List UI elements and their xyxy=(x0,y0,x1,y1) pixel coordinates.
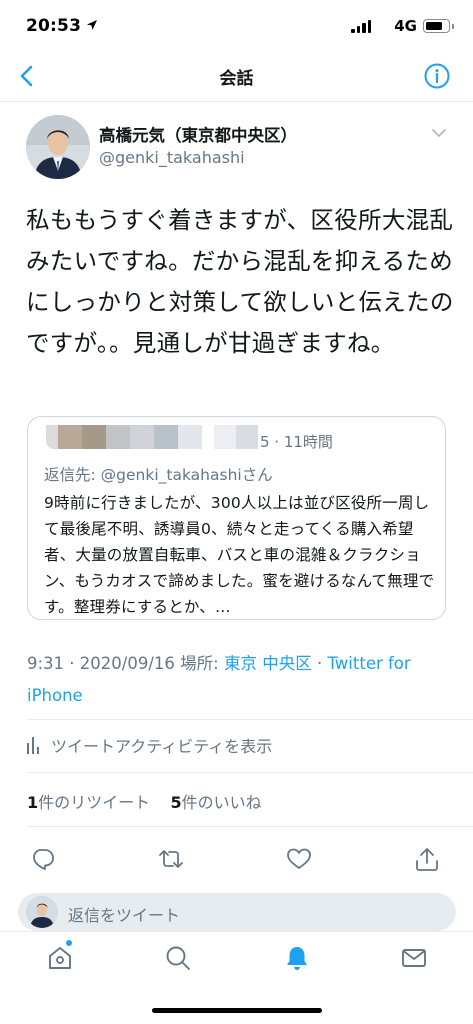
activity-label: ツイートアクティビティを表示 xyxy=(51,737,273,756)
nav-header: 会話 xyxy=(0,52,473,102)
tweet-actions xyxy=(0,846,473,874)
reply-body: 9時前に行きましたが、300人以上は並び区役所一周して最後尾不明、誘導員0、続々… xyxy=(44,494,435,616)
like-icon[interactable] xyxy=(286,846,312,872)
retweet-count: 1 xyxy=(27,793,39,812)
replying-label: 返信先: xyxy=(44,466,96,484)
home-indicator xyxy=(152,1008,322,1013)
location-arrow-icon xyxy=(87,20,97,30)
page-title: 会話 xyxy=(219,69,254,89)
user-avatar xyxy=(26,896,58,928)
tweet-meta: 9:31 · 2020/09/16 場所: 東京 中央区 · Twitter f… xyxy=(27,648,447,712)
divider xyxy=(27,772,473,773)
back-icon[interactable] xyxy=(14,62,40,90)
home-icon[interactable] xyxy=(46,944,74,972)
tweet-activity-link[interactable]: ツイートアクティビティを表示 xyxy=(27,732,272,758)
blurred-user-handle xyxy=(214,425,258,449)
retweet-label: 件のリツイート xyxy=(38,793,151,812)
network-type: 4G xyxy=(394,17,417,35)
likes-stat[interactable]: 5件のいいね xyxy=(171,793,262,812)
author-avatar[interactable] xyxy=(26,115,90,179)
replying-to: 返信先: @genki_takahashiさん xyxy=(44,463,273,485)
reply-placeholder: 返信をツイート xyxy=(68,906,181,925)
like-count: 5 xyxy=(170,793,182,812)
meta-separator: · xyxy=(316,654,323,673)
tweet-timestamp: 9:31 · 2020/09/16 xyxy=(27,654,175,673)
divider xyxy=(27,826,473,827)
chevron-down-icon[interactable] xyxy=(431,128,447,138)
retweet-icon[interactable] xyxy=(158,846,184,872)
location-label: 場所: xyxy=(180,654,219,673)
status-bar: 20:53 4G xyxy=(0,0,473,52)
retweets-stat[interactable]: 1件のリツイート xyxy=(27,793,150,812)
reply-icon[interactable] xyxy=(30,846,56,872)
status-time: 20:53 xyxy=(26,16,82,36)
author-handle[interactable]: @genki_takahashi xyxy=(99,148,245,167)
like-label: 件のいいね xyxy=(181,793,262,812)
reply-time: 5 · 11時間 xyxy=(260,433,333,451)
divider xyxy=(27,719,473,720)
location-link[interactable]: 東京 中央区 xyxy=(224,654,312,673)
replying-handle[interactable]: @genki_takahashiさん xyxy=(101,466,273,484)
notifications-icon[interactable] xyxy=(283,944,311,972)
bar-chart-icon xyxy=(27,737,39,754)
reply-card[interactable]: 5 · 11時間 返信先: @genki_takahashiさん 9時前に行きま… xyxy=(27,416,446,620)
battery-icon xyxy=(423,19,454,33)
home-notification-dot xyxy=(66,940,72,946)
search-icon[interactable] xyxy=(164,944,192,972)
blurred-user-info xyxy=(46,425,202,449)
reply-composer[interactable]: 返信をツイート xyxy=(18,893,456,931)
tweet-text: 私ももうすぐ着きますが、区役所大混乱みたいですね。だから混乱を抑えるためにしっか… xyxy=(26,206,454,357)
tweet-stats: 1件のリツイート 5件のいいね xyxy=(27,789,262,813)
share-icon[interactable] xyxy=(414,846,440,872)
author-name[interactable]: 高橋元気（東京都中央区） xyxy=(99,122,297,146)
info-icon[interactable] xyxy=(423,62,451,90)
messages-icon[interactable] xyxy=(400,944,428,972)
signal-icon xyxy=(351,20,371,33)
